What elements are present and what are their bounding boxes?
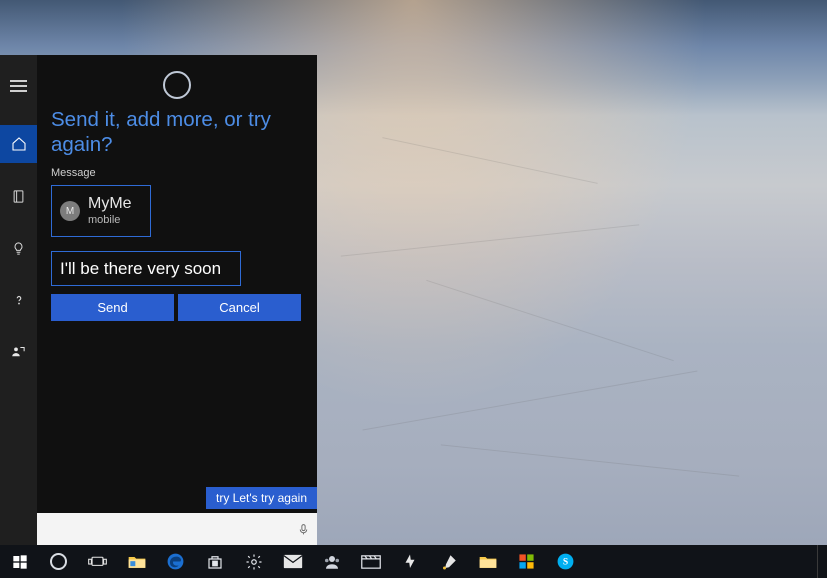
contact-type: mobile — [88, 214, 132, 226]
cortana-search-box[interactable] — [37, 513, 317, 545]
cancel-button[interactable]: Cancel — [178, 294, 301, 321]
taskbar-people-icon[interactable] — [312, 545, 351, 578]
message-label: Message — [51, 167, 303, 179]
microphone-icon[interactable] — [289, 513, 317, 545]
svg-text:S: S — [563, 558, 568, 568]
taskbar-microsoft-icon[interactable] — [507, 545, 546, 578]
try-tip[interactable]: try Let's try again — [206, 487, 317, 509]
taskbar-settings-icon[interactable] — [234, 545, 273, 578]
taskbar-cortana-icon[interactable] — [39, 545, 78, 578]
start-button[interactable] — [0, 545, 39, 578]
taskbar: S — [0, 545, 827, 578]
sidebar-item-help[interactable] — [0, 281, 37, 319]
message-input[interactable] — [51, 251, 241, 286]
sidebar-item-feedback[interactable] — [0, 333, 37, 371]
taskbar-movies-icon[interactable] — [351, 545, 390, 578]
taskbar-skype-icon[interactable]: S — [546, 545, 585, 578]
taskbar-explorer2-icon[interactable] — [468, 545, 507, 578]
sidebar-item-tips[interactable] — [0, 229, 37, 267]
cortana-sidebar — [0, 55, 37, 545]
taskbar-paint-icon[interactable] — [429, 545, 468, 578]
avatar: M — [60, 201, 80, 221]
hamburger-menu-icon[interactable] — [0, 67, 37, 105]
task-view-icon[interactable] — [78, 545, 117, 578]
contact-name: MyMe — [88, 196, 132, 213]
send-button[interactable]: Send — [51, 294, 174, 321]
cortana-prompt-text: Send it, add more, or try again? — [51, 107, 303, 157]
system-tray — [817, 545, 827, 578]
taskbar-edge-icon[interactable] — [156, 545, 195, 578]
sidebar-item-home[interactable] — [0, 125, 37, 163]
cortana-logo-icon — [163, 71, 191, 99]
cortana-panel: Send it, add more, or try again? Message… — [37, 55, 317, 513]
search-input[interactable] — [37, 513, 289, 545]
taskbar-file-explorer-icon[interactable] — [117, 545, 156, 578]
taskbar-mail-icon[interactable] — [273, 545, 312, 578]
show-desktop-peek[interactable] — [817, 545, 823, 578]
sidebar-item-notebook[interactable] — [0, 177, 37, 215]
taskbar-store-icon[interactable] — [195, 545, 234, 578]
taskbar-torch-icon[interactable] — [390, 545, 429, 578]
contact-card[interactable]: M MyMe mobile — [51, 185, 151, 237]
